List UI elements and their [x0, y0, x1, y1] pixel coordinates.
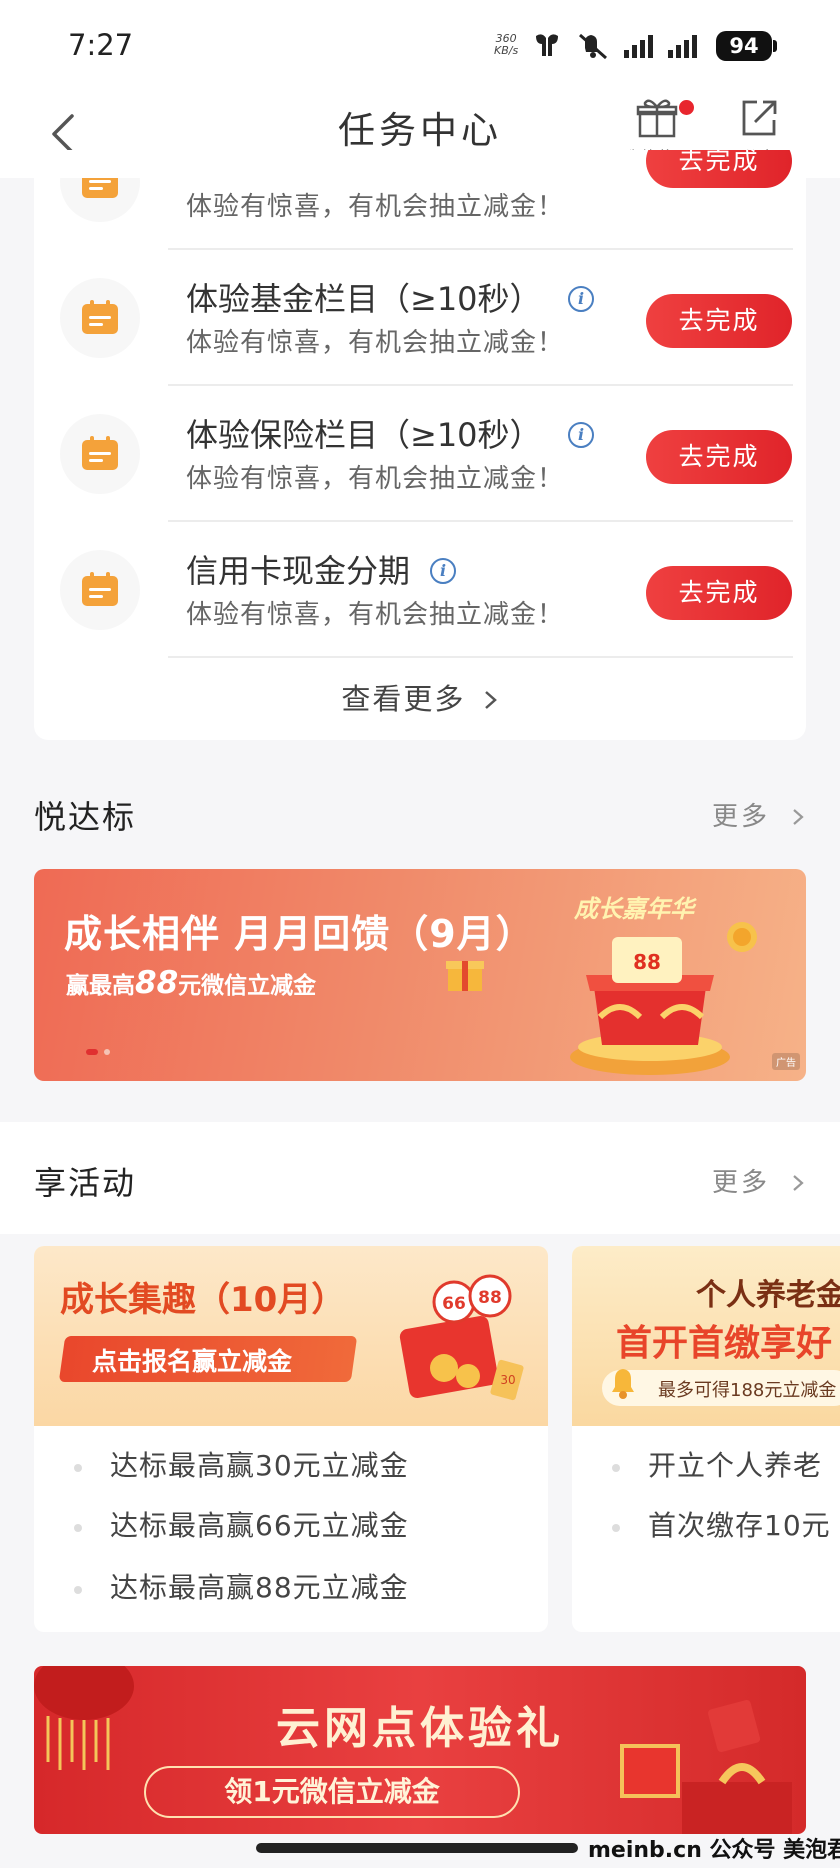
info-icon[interactable]: i — [430, 558, 456, 584]
task-subtitle: 体验有惊喜，有机会抽立减金！ — [186, 464, 565, 494]
net-speed: 360 KB/s — [494, 33, 518, 57]
carousel-dot-active — [86, 1049, 98, 1055]
subtitle-amount: 88 — [135, 965, 179, 1001]
bullet-dot — [74, 1464, 82, 1472]
small-gift-icon — [446, 961, 484, 991]
chevron-right-icon — [484, 691, 497, 709]
subtitle-prefix: 赢最高 — [66, 973, 135, 999]
activity-item: 首次缴存10元 — [648, 1509, 831, 1542]
task-subtitle: 体验有惊喜，有机会抽立减金！ — [186, 192, 565, 222]
cloud-outlet-banner[interactable]: 云网点体验礼 领1元微信立减金 — [34, 1666, 806, 1834]
carousel-dot — [104, 1049, 110, 1055]
activity-item: 开立个人养老 — [648, 1449, 823, 1482]
task-subtitle: 体验有惊喜，有机会抽立减金！ — [186, 600, 565, 630]
bell-icon — [612, 1369, 634, 1399]
watermark: meinb.cn 公众号 美泡君 — [588, 1838, 840, 1863]
chevron-right-icon — [793, 809, 804, 825]
task-icon — [60, 278, 140, 358]
gifts-illustration — [620, 1699, 792, 1834]
task-item: 体验有惊喜，有机会抽立减金！ 去完成 — [34, 114, 806, 250]
task-icon — [60, 550, 140, 630]
growth-banner-subtitle: 赢最高88元微信立减金 — [66, 965, 316, 1001]
activity-banner: 个人养老金 首开首缴享好 最多可得188元立减金 — [572, 1246, 840, 1426]
signal-icon-1 — [624, 35, 653, 58]
task-subtitle: 体验有惊喜，有机会抽立减金！ — [186, 328, 565, 358]
task-go-button[interactable]: 去完成 — [646, 294, 792, 348]
calendar-icon — [82, 300, 118, 334]
task-title: 体验保险栏目（≥10秒） — [186, 416, 542, 454]
mute-icon — [579, 33, 607, 60]
activity-item: 达标最高赢88元立减金 — [110, 1571, 409, 1604]
section-title-yuedabiao: 悦达标 — [34, 798, 137, 836]
task-title: 体验基金栏目（≥10秒） — [186, 280, 542, 318]
earbuds-icon — [536, 34, 558, 56]
svg-text:88: 88 — [478, 1288, 502, 1308]
calendar-icon — [82, 436, 118, 470]
task-item: 体验保险栏目（≥10秒） i 体验有惊喜，有机会抽立减金！ 去完成 — [34, 386, 806, 522]
activity-more-link[interactable]: 更多 — [712, 1162, 805, 1199]
more-label: 更多 — [712, 802, 771, 832]
task-icon — [60, 414, 140, 494]
bullet-dot — [612, 1524, 620, 1532]
svg-text:66: 66 — [442, 1294, 466, 1314]
ad-tag: 广告 — [772, 1053, 800, 1070]
yuedabiao-more-link[interactable]: 更多 — [712, 796, 805, 833]
divider — [168, 656, 793, 658]
activity-item: 达标最高赢30元立减金 — [110, 1449, 409, 1482]
chevron-right-icon — [793, 1175, 804, 1191]
activity-banner-title: 成长集趣（10月） — [60, 1280, 346, 1320]
task-title: 信用卡现金分期 — [186, 552, 411, 590]
notification-dot — [679, 100, 694, 115]
task-go-button[interactable]: 去完成 — [646, 566, 792, 620]
coin-icon — [727, 922, 757, 952]
status-time: 7:27 — [68, 28, 134, 62]
growth-banner[interactable]: 成长相伴 月月回馈（9月） 赢最高88元微信立减金 成长嘉年华 88 广告 — [34, 869, 806, 1081]
task-icon — [60, 178, 140, 222]
svg-text:30: 30 — [500, 1373, 515, 1387]
battery-level: 94 — [716, 31, 772, 61]
task-go-button[interactable]: 去完成 — [646, 150, 792, 188]
activity-item: 达标最高赢66元立减金 — [110, 1509, 409, 1542]
info-icon[interactable]: i — [568, 422, 594, 448]
section-title-activity: 享活动 — [34, 1164, 137, 1202]
activity-banner-sub: 点击报名赢立减金 — [92, 1347, 293, 1376]
calendar-icon — [82, 572, 118, 606]
lantern-illustration — [34, 1666, 134, 1770]
svg-text:88: 88 — [633, 950, 661, 974]
activity-banner-note: 最多可得188元立减金 — [658, 1380, 837, 1401]
subtitle-suffix: 元微信立减金 — [178, 973, 317, 999]
task-go-button[interactable]: 去完成 — [646, 430, 792, 484]
home-indicator — [256, 1843, 578, 1853]
activity-banner-title: 个人养老金 — [696, 1278, 840, 1313]
net-speed-unit: KB/s — [494, 44, 519, 57]
view-more-label: 查看更多 — [341, 682, 466, 716]
view-more-link[interactable]: 查看更多 — [34, 676, 806, 718]
signal-icon-2 — [668, 35, 697, 58]
bullet-dot — [74, 1524, 82, 1532]
activity-card[interactable]: 个人养老金 首开首缴享好 最多可得188元立减金 开立个人养老 首次缴存10元 — [572, 1246, 840, 1632]
bullet-dot — [74, 1586, 82, 1594]
activity-card[interactable]: 成长集趣（10月） 点击报名赢立减金 66 88 30 达标最高赢30元立减金 … — [34, 1246, 548, 1632]
info-icon[interactable]: i — [568, 286, 594, 312]
activity-banner-sub: 首开首缴享好 — [616, 1323, 833, 1364]
battery-tip — [773, 40, 777, 52]
calendar-icon — [82, 178, 118, 198]
activity-banner: 成长集趣（10月） 点击报名赢立减金 66 88 30 — [34, 1246, 548, 1426]
task-item: 体验基金栏目（≥10秒） i 体验有惊喜，有机会抽立减金！ 去完成 — [34, 250, 806, 386]
growth-banner-title: 成长相伴 月月回馈（9月） — [64, 912, 535, 956]
red-envelope-illustration: 66 88 30 — [399, 1274, 524, 1401]
task-item: 信用卡现金分期 i 体验有惊喜，有机会抽立减金！ 去完成 — [34, 522, 806, 658]
more-label: 更多 — [712, 1168, 771, 1198]
bullet-dot — [612, 1464, 620, 1472]
cloud-banner-sub: 领1元微信立减金 — [144, 1766, 520, 1818]
gift-box-illustration: 88 — [570, 937, 730, 1075]
